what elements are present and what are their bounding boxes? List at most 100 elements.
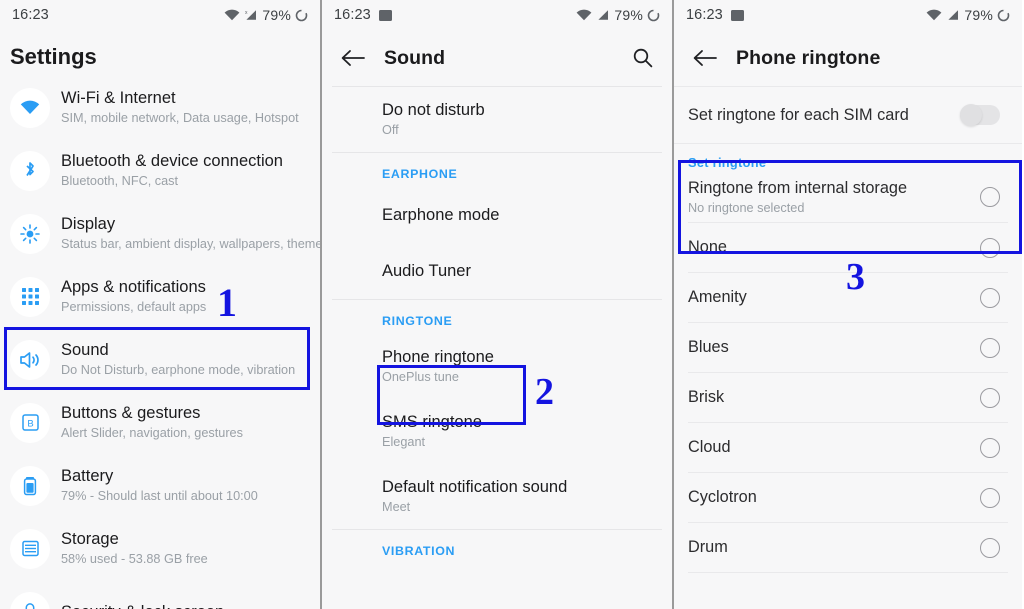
signal-icon — [946, 9, 960, 21]
tone-label: Blues — [688, 338, 729, 356]
radio-button[interactable] — [980, 487, 1000, 508]
section-header-vibration: VIBRATION — [382, 544, 456, 558]
sidebar-item-sublabel: SIM, mobile network, Data usage, Hotspot — [61, 111, 299, 125]
sound-app-bar: Sound — [322, 30, 672, 86]
ringtone-app-bar: Phone ringtone — [674, 30, 1022, 86]
row-title: Phone ringtone — [382, 348, 494, 366]
sim-ringtone-toggle[interactable] — [960, 104, 1000, 126]
sidebar-item-sublabel: Status bar, ambient display, wallpapers,… — [61, 237, 322, 251]
status-bar-left: 16:23 — [12, 7, 49, 23]
row-subtitle: Elegant — [382, 435, 426, 449]
status-bar-right: x 79% — [224, 7, 308, 23]
radio-button[interactable] — [980, 387, 1000, 408]
radio-button[interactable] — [980, 287, 1000, 308]
row-ringtone-from-internal-storage[interactable]: Ringtone from internal storage No ringto… — [674, 176, 1022, 222]
radio-button[interactable] — [980, 337, 1000, 358]
battery-icon — [997, 9, 1010, 22]
sidebar-item-sublabel: Permissions, default apps — [61, 300, 207, 314]
sidebar-item-buttons-gestures[interactable]: B Buttons & gestures Alert Slider, navig… — [0, 391, 320, 454]
status-bar-left: 16:23 — [686, 7, 744, 23]
toggle-knob — [960, 104, 982, 126]
list-item-tone-cyclotron[interactable]: Cyclotron — [674, 473, 1022, 522]
sidebar-item-apps-notifications[interactable]: Apps & notifications Permissions, defaul… — [0, 265, 320, 328]
bluetooth-icon — [10, 150, 50, 191]
button-box-icon: B — [10, 402, 50, 443]
wifi-icon — [576, 9, 592, 21]
phone-ringtone-screen: 16:23 79% Phone ringtone Set ringtone fo… — [674, 0, 1022, 609]
image-icon — [730, 9, 744, 21]
list-item-tone-brisk[interactable]: Brisk — [674, 373, 1022, 422]
annotation-number-1: 1 — [217, 280, 237, 325]
row-default-notification-sound[interactable]: Default notification sound Meet — [322, 464, 672, 529]
radio-button[interactable] — [980, 437, 1000, 458]
sidebar-item-label: Display — [61, 215, 116, 233]
sidebar-item-sublabel: Bluetooth, NFC, cast — [61, 174, 179, 188]
sidebar-item-label: Wi-Fi & Internet — [61, 89, 176, 107]
tone-label: Cloud — [688, 438, 731, 456]
tone-label: None — [688, 238, 727, 256]
row-audio-tuner[interactable]: Audio Tuner — [322, 243, 672, 299]
divider — [688, 572, 1008, 573]
sidebar-item-sublabel: 79% - Should last until about 10:00 — [61, 489, 258, 503]
annotation-number-3: 3 — [846, 256, 865, 298]
row-set-ringtone-each-sim[interactable]: Set ringtone for each SIM card — [674, 87, 1022, 143]
page-title: Settings — [10, 44, 97, 69]
brightness-icon — [10, 213, 50, 254]
row-subtitle: Off — [382, 123, 399, 137]
list-item-tone-blues[interactable]: Blues — [674, 323, 1022, 372]
annotation-number-2: 2 — [535, 371, 554, 413]
sidebar-item-bluetooth[interactable]: Bluetooth & device connection Bluetooth,… — [0, 139, 320, 202]
row-title: Default notification sound — [382, 478, 568, 496]
row-subtitle: No ringtone selected — [688, 200, 805, 215]
status-bar-right: 79% — [576, 7, 660, 23]
status-bar: 16:23 79% — [674, 0, 1022, 30]
battery-percent-label: 79% — [614, 7, 643, 23]
row-subtitle: Meet — [382, 500, 411, 514]
back-arrow-icon[interactable] — [336, 41, 370, 75]
sidebar-item-wifi-internet[interactable]: Wi-Fi & Internet SIM, mobile network, Da… — [0, 76, 320, 139]
battery-percent-label: 79% — [262, 7, 291, 23]
sidebar-item-display[interactable]: Display Status bar, ambient display, wal… — [0, 202, 320, 265]
list-item-tone-cloud[interactable]: Cloud — [674, 423, 1022, 472]
svg-text:x: x — [245, 10, 248, 16]
status-bar: 16:23 79% — [322, 0, 672, 30]
storage-icon — [10, 528, 50, 569]
row-phone-ringtone[interactable]: Phone ringtone OnePlus tune — [322, 334, 672, 399]
wifi-icon — [926, 9, 942, 21]
row-label: Set ringtone for each SIM card — [688, 105, 909, 124]
row-subtitle: OnePlus tune — [382, 370, 459, 384]
page-title: Phone ringtone — [736, 46, 881, 69]
sidebar-item-sublabel: Do Not Disturb, earphone mode, vibration — [61, 363, 296, 377]
section-header-earphone: EARPHONE — [382, 167, 458, 181]
row-title: Do not disturb — [382, 101, 485, 119]
battery-icon — [647, 9, 660, 22]
sidebar-item-sublabel: Alert Slider, navigation, gestures — [61, 426, 243, 440]
sidebar-item-battery[interactable]: Battery 79% - Should last until about 10… — [0, 454, 320, 517]
sidebar-item-label: Security & lock screen — [61, 602, 224, 609]
sidebar-item-sublabel: 58% used - 53.88 GB free — [61, 552, 208, 566]
sidebar-item-label: Bluetooth & device connection — [61, 152, 283, 170]
sidebar-item-label: Buttons & gestures — [61, 404, 201, 422]
signal-icon: x — [244, 9, 258, 21]
row-earphone-mode[interactable]: Earphone mode — [322, 187, 672, 243]
sidebar-item-label: Sound — [61, 341, 109, 359]
wifi-icon — [224, 9, 240, 21]
search-icon[interactable] — [628, 43, 658, 73]
sound-screen: 16:23 79% Sound Do not disturb Off EARPH… — [322, 0, 674, 609]
wifi-icon — [10, 87, 50, 128]
row-sms-ringtone[interactable]: SMS ringtone Elegant — [322, 399, 672, 464]
sidebar-item-sound[interactable]: Sound Do Not Disturb, earphone mode, vib… — [0, 328, 320, 391]
back-arrow-icon[interactable] — [688, 41, 722, 75]
radio-button[interactable] — [980, 237, 1000, 258]
sidebar-item-storage[interactable]: Storage 58% used - 53.88 GB free — [0, 517, 320, 580]
status-bar-right: 79% — [926, 7, 1010, 23]
list-item-tone-drum[interactable]: Drum — [674, 523, 1022, 572]
sidebar-item-security-lock-screen[interactable]: Security & lock screen — [0, 580, 320, 609]
tone-label: Drum — [688, 538, 728, 556]
row-do-not-disturb[interactable]: Do not disturb Off — [322, 87, 672, 152]
status-clock: 16:23 — [686, 7, 723, 23]
page-title: Sound — [384, 46, 446, 69]
radio-button[interactable] — [980, 187, 1000, 207]
radio-button[interactable] — [980, 537, 1000, 558]
volume-icon — [10, 339, 50, 380]
